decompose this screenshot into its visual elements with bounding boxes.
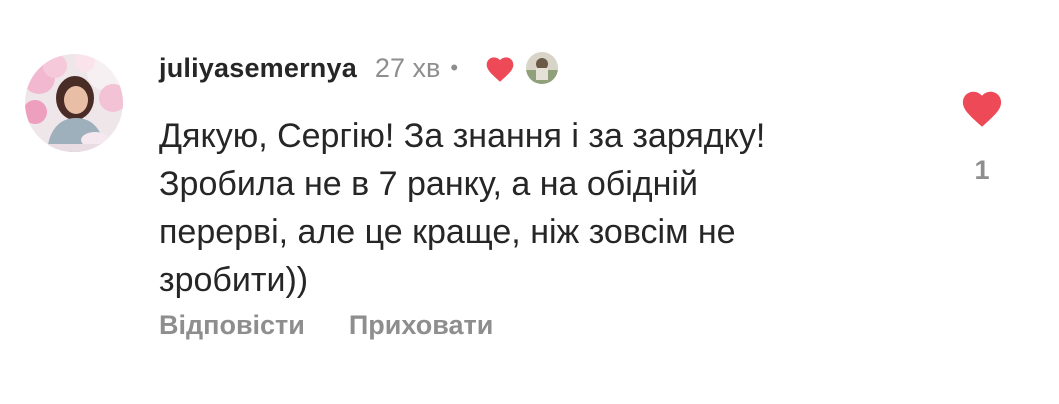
comment-text: Дякую, Сергію! За знання і за зарядку! З… — [159, 117, 766, 299]
like-count: 1 — [974, 155, 990, 185]
comment-item: juliyasemernya 27 хв • Дякую, Сергію! За… — [0, 0, 1059, 404]
like-heart-icon[interactable] — [959, 86, 1005, 133]
username-link[interactable]: juliyasemernya — [159, 53, 357, 84]
user-avatar[interactable] — [25, 54, 123, 152]
comment-timestamp: 27 хв — [374, 52, 441, 83]
like-column: 1 — [955, 86, 1009, 186]
reply-button[interactable]: Відповісти — [159, 310, 305, 341]
creator-liked-heart-icon — [484, 53, 516, 83]
hide-button[interactable]: Приховати — [349, 310, 493, 341]
avatar-image — [25, 54, 123, 152]
comment-actions: Відповісти Приховати — [159, 310, 493, 341]
comment-header: juliyasemernya 27 хв • — [159, 48, 559, 88]
creator-avatar — [526, 52, 559, 84]
separator-dot: • — [450, 55, 459, 80]
